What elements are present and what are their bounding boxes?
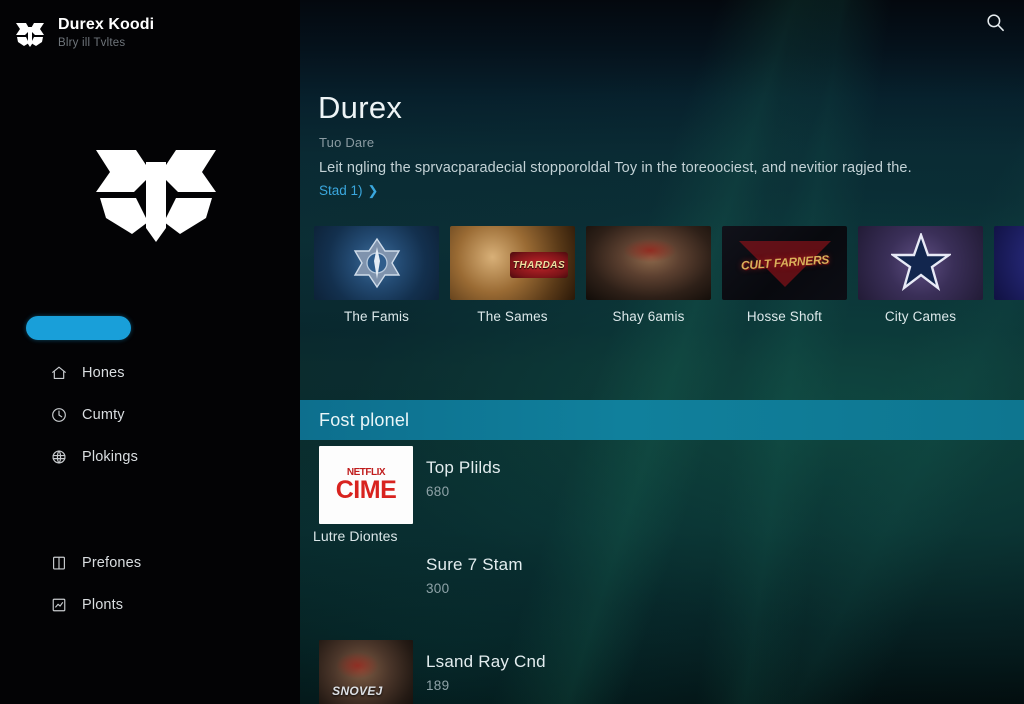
section-header-bar: Fost plonel (300, 400, 1024, 440)
sidebar-item-label: Cumty (82, 407, 125, 423)
list-item[interactable]: NETFLIX CIME Lutre Diontes Top Plilds 68… (300, 446, 1024, 544)
brand-title: Durex Koodi (58, 16, 155, 33)
thumbnail-art-hero: THARDAS (450, 226, 575, 300)
thumbnail-card[interactable]: THARDAS The Sames (450, 226, 575, 341)
thumbnail-art-beast (586, 226, 711, 300)
thumbnail-carousel[interactable]: The Famis THARDAS The Sames Shay 6amis C… (314, 226, 1024, 341)
list-item[interactable]: Sure 7 Stam 300 (300, 543, 1024, 640)
list-item-title: Sure 7 Stam (426, 555, 523, 574)
hero-description: Leit ngling the sprvacparadecial stoppor… (319, 160, 912, 176)
butterfly-logo-icon (14, 17, 46, 49)
list-item[interactable]: SNOVEJ Lsand Ray Cnd 189 (300, 640, 1024, 704)
sidebar-item-prefones[interactable]: Prefones (0, 542, 300, 584)
list-item-art-snow: SNOVEJ (319, 640, 413, 704)
clock-icon (50, 406, 68, 424)
list-item-art-main-text: CIME (335, 475, 397, 504)
list-item-title: Lsand Ray Cnd (426, 652, 546, 671)
search-button[interactable] (978, 8, 1012, 42)
brand-text-block: Durex Koodi Blry ill Tvltes (58, 15, 154, 51)
sidebar-item-cumty[interactable]: Cumty (0, 394, 300, 436)
sidebar-item-label: Plonts (82, 597, 124, 613)
chart-icon (50, 596, 68, 614)
thumbnail-art-last (994, 226, 1024, 300)
thumbnail-label: City Cames (884, 309, 957, 324)
list-item-meta: 300 (426, 581, 450, 596)
thumbnail-card[interactable]: City Cames (858, 226, 983, 341)
thumbnail-label: Shay 6amis (612, 309, 685, 324)
hero-title: Durex (318, 90, 403, 125)
hero-subtitle: Tuo Dare (319, 135, 375, 150)
thumbnail-label: The Sames (477, 309, 548, 324)
butterfly-logo-large-icon (90, 132, 222, 244)
main-content: Durex Tuo Dare Leit ngling the sprvacpar… (300, 0, 1024, 704)
brand-subtitle: Blry ill Tvltes (58, 37, 126, 49)
thumbnail-card[interactable]: Shay 6amis (586, 226, 711, 341)
book-icon (50, 554, 68, 572)
brand-header[interactable]: Durex Koodi Blry ill Tvltes (0, 0, 300, 56)
thumbnail-label: The Famis (343, 309, 410, 324)
section-title: Fost plonel (319, 409, 410, 430)
thumbnail-card[interactable]: CULT FARNERS Hosse Shoft (722, 226, 847, 341)
globe-icon (50, 448, 68, 466)
sidebar-active-pill[interactable] (26, 316, 131, 340)
hero-link-label: Stad 1) (319, 183, 363, 198)
sidebar-item-hones[interactable]: Hones (0, 352, 300, 394)
list-item-art-main-text: SNOVEJ (332, 683, 383, 698)
thumbnail-art-compass (314, 226, 439, 300)
hero-action-link[interactable]: Stad 1) ❯ (319, 183, 378, 198)
thumbnail-art-cult: CULT FARNERS (722, 226, 847, 300)
home-icon (50, 364, 68, 382)
sidebar-item-plokings[interactable]: Plokings (0, 436, 300, 478)
search-icon (985, 12, 1006, 38)
thumbnail-label: T (994, 309, 1024, 324)
list-item-art-cime: NETFLIX CIME (319, 446, 413, 524)
sidebar-item-label: Hones (82, 365, 125, 381)
sidebar-item-label: Plokings (82, 449, 139, 465)
list-item-title: Top Plilds (426, 458, 501, 477)
thumbnail-art-star (858, 226, 983, 300)
thumbnail-card[interactable]: The Famis (314, 226, 439, 341)
chevron-right-icon: ❯ (367, 183, 379, 198)
app-root: Durex Koodi Blry ill Tvltes Hones Cumty … (0, 0, 1024, 704)
sidebar-nav: Hones Cumty Plokings Prefones Plonts (0, 352, 300, 626)
list-item-meta: 189 (426, 678, 450, 693)
sidebar-divider-gap (0, 478, 300, 542)
thumbnail-label: Hosse Shoft (746, 309, 823, 324)
content-list: NETFLIX CIME Lutre Diontes Top Plilds 68… (300, 446, 1024, 704)
thumbnail-card[interactable]: T (994, 226, 1024, 341)
sidebar-item-label: Prefones (82, 555, 142, 571)
list-item-meta: 680 (426, 484, 450, 499)
thumbnail-badge: THARDAS (510, 252, 568, 278)
sidebar-item-plonts[interactable]: Plonts (0, 584, 300, 626)
sidebar: Durex Koodi Blry ill Tvltes Hones Cumty … (0, 0, 300, 704)
list-item-caption: Lutre Diontes (313, 528, 398, 544)
